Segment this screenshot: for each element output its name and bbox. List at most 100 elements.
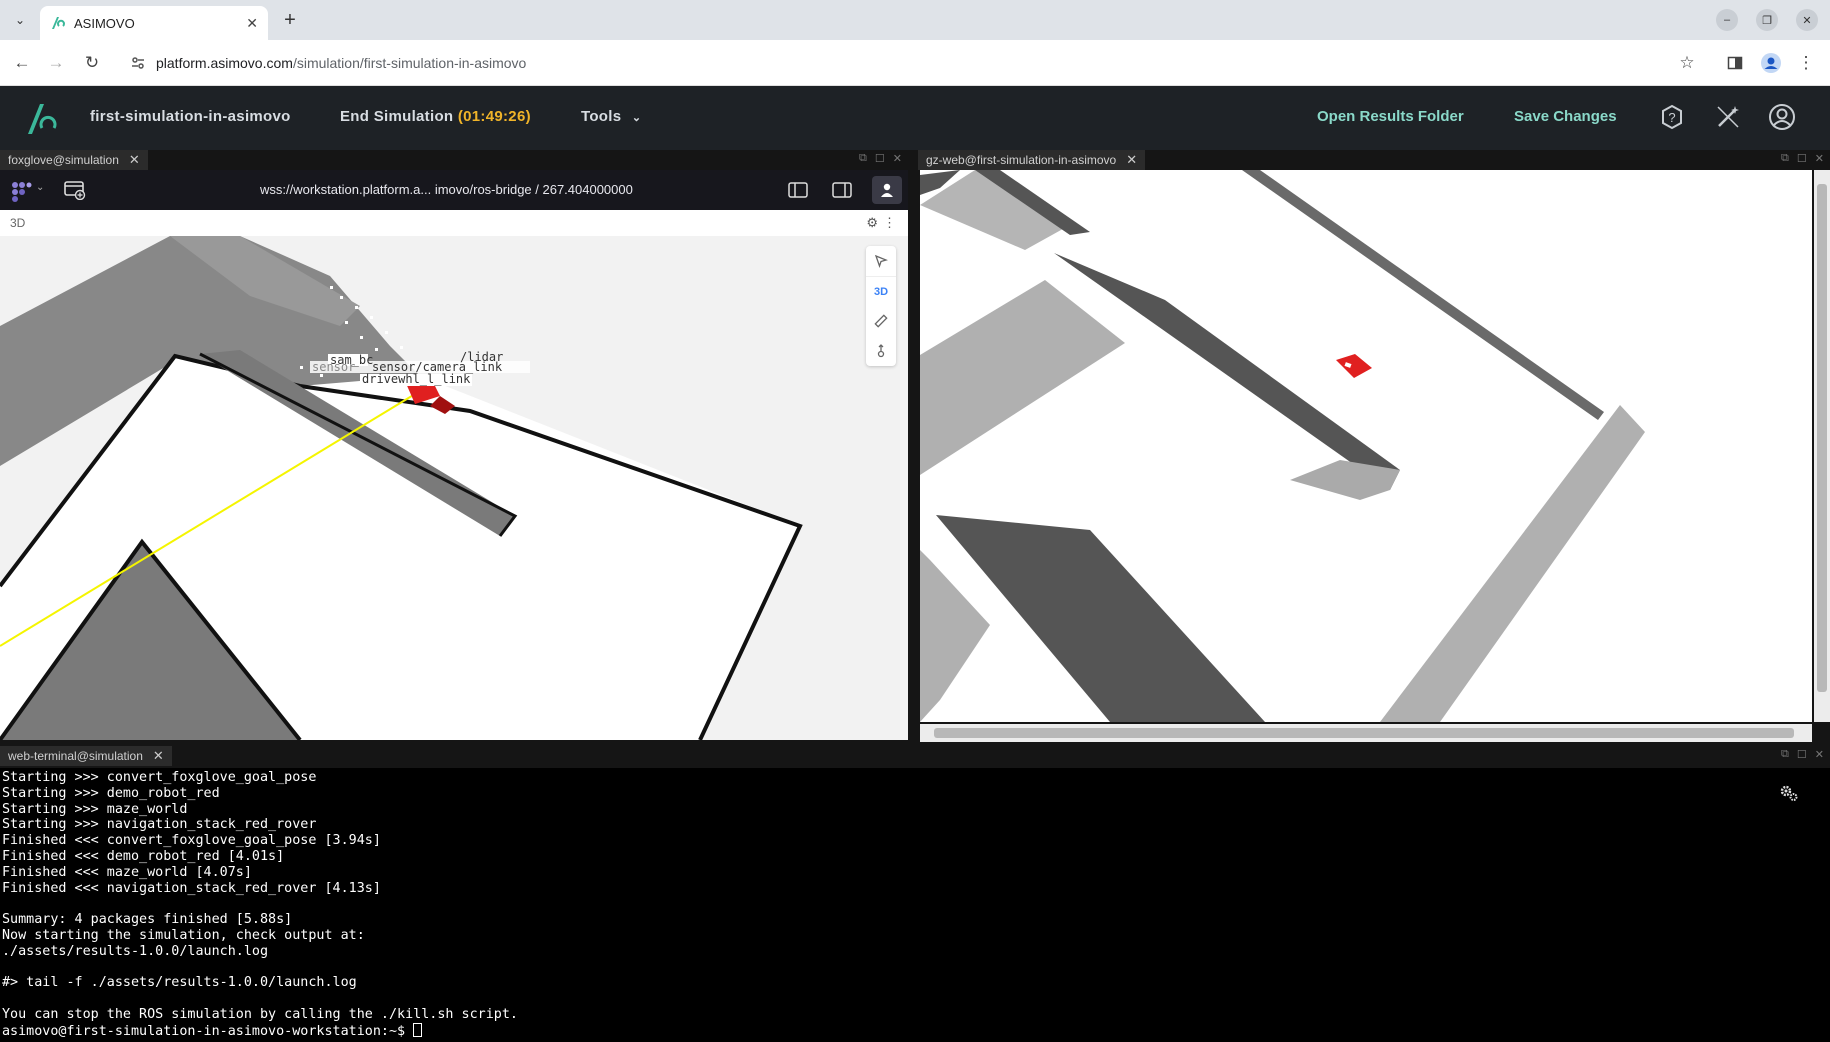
terminal-line: Starting >>> navigation_stack_red_rover [2, 817, 317, 833]
tab-search-chevron-icon[interactable]: ⌄ [8, 8, 32, 32]
asimovo-favicon-icon [52, 17, 65, 29]
panel-controls: ⧉ ☐ ✕ [1781, 748, 1824, 761]
help-icon[interactable]: ? [1657, 102, 1687, 132]
terminal-line: Summary: 4 packages finished [5.88s] [2, 912, 293, 928]
horizontal-scrollbar[interactable] [920, 724, 1812, 742]
gz-3d-viewport[interactable] [920, 170, 1812, 722]
close-icon[interactable]: ✕ [1815, 152, 1824, 165]
profile-avatar-icon[interactable] [1759, 51, 1783, 75]
terminal-line: ​ [2, 896, 518, 912]
new-tab-plus-icon[interactable]: + [278, 8, 302, 32]
scroll-thumb[interactable] [934, 728, 1794, 738]
terminal-line: Starting >>> convert_foxglove_goal_pose [2, 770, 317, 785]
simulation-timer: (01:49:26) [457, 108, 531, 125]
settings-gear-icon[interactable]: ⚙ [866, 215, 878, 231]
panel-controls: ⧉ ☐ ✕ [859, 152, 902, 165]
frame-label-drivewhl: drivewhl_l_link [362, 372, 471, 386]
restore-window-icon[interactable]: ❐ [1756, 9, 1778, 31]
close-icon[interactable]: ✕ [153, 748, 164, 764]
toggle-3d-button[interactable]: 3D [866, 276, 896, 306]
browser-menu-icon[interactable]: ⋮ [1794, 51, 1818, 75]
end-simulation-button[interactable]: End Simulation (01:49:26) [340, 108, 531, 125]
popout-icon[interactable]: ⧉ [1781, 748, 1789, 761]
panel-3d-title: 3D [10, 216, 26, 230]
viewport-tools: 3D [866, 246, 896, 366]
asimovo-logo-icon[interactable] [26, 100, 58, 136]
chevron-down-icon[interactable]: ⌄ [36, 182, 44, 193]
address-bar[interactable]: platform.asimovo.com/simulation/first-si… [120, 46, 1690, 80]
tools-label: Tools [581, 108, 622, 125]
terminal-prompt-line[interactable]: asimovo@first-simulation-in-asimovo-work… [2, 1022, 518, 1040]
ruler-icon[interactable] [866, 306, 896, 336]
maximize-icon[interactable]: ☐ [1797, 748, 1807, 761]
foxglove-3d-viewport[interactable]: sam_bc sensor/camera_link /lidar sensor … [0, 236, 908, 740]
foxglove-panel-tabbar: foxglove@simulation ✕ ⧉ ☐ ✕ [0, 150, 908, 170]
terminal-line: Finished <<< demo_robot_red [4.01s] [2, 848, 285, 864]
ros-bridge-connection[interactable]: wss://workstation.platform.a... imovo/ro… [260, 182, 633, 197]
browser-tab[interactable]: ASIMOVO ✕ [40, 6, 268, 40]
tools-menu-button[interactable]: Tools ⌄ [581, 108, 641, 125]
close-icon[interactable]: ✕ [1815, 748, 1824, 761]
left-sidebar-toggle-icon[interactable] [788, 182, 808, 198]
terminal-panel-tabbar: web-terminal@simulation ✕ ⧉ ☐ ✕ [0, 746, 1830, 766]
simulation-workspace: foxglove@simulation ✕ ⧉ ☐ ✕ ⌄ wss://work… [0, 150, 1830, 1042]
maximize-icon[interactable]: ☐ [1797, 152, 1807, 165]
url-path: /simulation/first-simulation-in-asimovo [292, 55, 527, 71]
gazebo-world-rendering [920, 170, 1645, 722]
project-name: first-simulation-in-asimovo [90, 108, 291, 125]
popout-icon[interactable]: ⧉ [1781, 152, 1789, 165]
terminal-panel-tab[interactable]: web-terminal@simulation ✕ [0, 746, 172, 766]
close-window-icon[interactable]: ✕ [1796, 9, 1818, 31]
more-options-icon[interactable]: ⋮ [883, 215, 896, 231]
panel-controls: ⧉ ☐ ✕ [1781, 152, 1824, 165]
terminal-line: ​ [2, 991, 518, 1007]
foxglove-toolbar: ⌄ wss://workstation.platform.a... imovo/… [0, 170, 908, 210]
popout-icon[interactable]: ⧉ [859, 152, 867, 165]
panel-3d-header: 3D ⚙ ⋮ [0, 210, 908, 236]
url-text: platform.asimovo.com/simulation/first-si… [156, 55, 526, 71]
user-profile-button[interactable] [872, 176, 902, 204]
browser-toolbar: ← → ↻ platform.asimovo.com/simulation/fi… [0, 40, 1830, 86]
terminal-line: Finished <<< navigation_stack_red_rover … [2, 880, 381, 896]
publish-pose-icon[interactable] [866, 336, 896, 366]
terminal-line: Now starting the simulation, check outpu… [2, 927, 365, 943]
close-icon[interactable]: ✕ [893, 152, 902, 165]
terminal-line: Starting >>> maze_world [2, 801, 188, 817]
bookmark-star-icon[interactable]: ☆ [1675, 51, 1699, 75]
end-simulation-label: End Simulation [340, 108, 454, 125]
terminal-cursor [413, 1022, 423, 1037]
right-sidebar-toggle-icon[interactable] [832, 182, 852, 198]
terminal-line: ./assets/results-1.0.0/launch.log [2, 943, 269, 959]
browser-tab-title: ASIMOVO [74, 15, 135, 31]
maximize-icon[interactable]: ☐ [875, 152, 885, 165]
foxglove-panel-tab[interactable]: foxglove@simulation ✕ [0, 150, 148, 170]
web-terminal[interactable]: Starting >>> convert_foxglove_goal_pose S… [0, 768, 1830, 1042]
minimize-window-icon[interactable]: – [1716, 9, 1738, 31]
select-cursor-icon[interactable] [866, 246, 896, 276]
magic-wand-icon[interactable] [1713, 102, 1743, 132]
user-account-icon[interactable] [1767, 102, 1797, 132]
tab-close-icon[interactable]: ✕ [246, 15, 258, 32]
close-icon[interactable]: ✕ [1126, 152, 1137, 168]
terminal-line: #> tail -f ./assets/results-1.0.0/launch… [2, 975, 357, 991]
svg-text:?: ? [1668, 110, 1675, 125]
gz-panel-tab[interactable]: gz-web@first-simulation-in-asimovo ✕ [918, 150, 1146, 170]
close-icon[interactable]: ✕ [129, 152, 140, 168]
side-panel-icon[interactable] [1723, 51, 1747, 75]
vertical-scrollbar[interactable] [1814, 170, 1830, 722]
add-panel-icon[interactable] [64, 180, 86, 200]
open-results-folder-button[interactable]: Open Results Folder [1317, 108, 1464, 125]
foxglove-logo-icon[interactable] [10, 180, 32, 202]
terminal-output: Starting >>> convert_foxglove_goal_pose S… [2, 770, 518, 1040]
terminal-settings-gears-icon[interactable] [1778, 782, 1800, 804]
person-icon [881, 183, 893, 197]
app-header: first-simulation-in-asimovo End Simulati… [0, 86, 1830, 150]
gz-web-panel [918, 170, 1830, 742]
save-changes-button[interactable]: Save Changes [1514, 108, 1617, 125]
back-arrow-icon[interactable]: ← [10, 51, 34, 75]
scroll-thumb[interactable] [1817, 184, 1827, 692]
forward-arrow-icon[interactable]: → [44, 51, 68, 75]
site-settings-icon[interactable] [130, 55, 146, 71]
reload-icon[interactable]: ↻ [80, 51, 104, 75]
frame-label-sensor: sensor [312, 360, 355, 374]
